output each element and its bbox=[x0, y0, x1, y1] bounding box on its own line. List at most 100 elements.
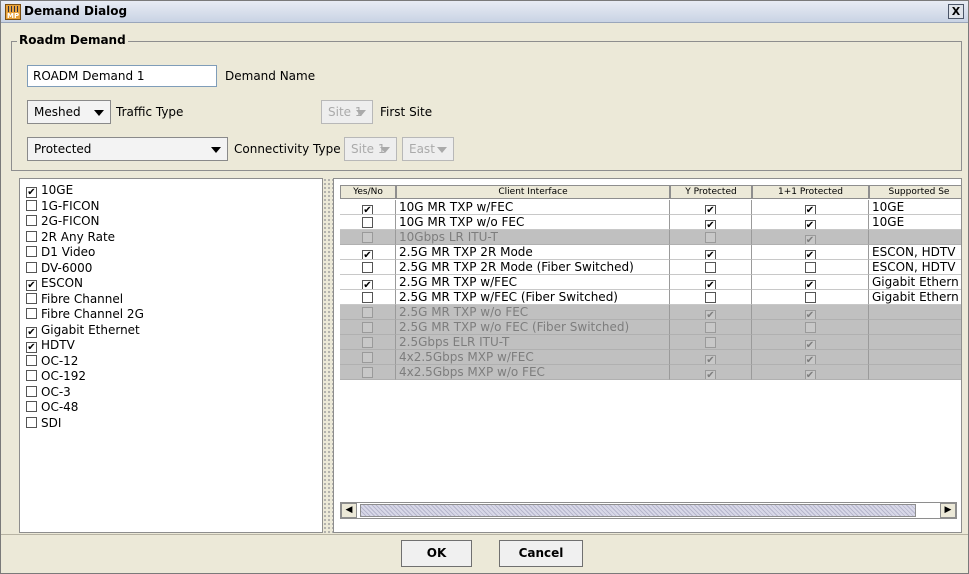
traffic-type-select[interactable]: Meshed bbox=[27, 100, 111, 124]
checkbox-checked-icon[interactable]: ✔ bbox=[804, 220, 816, 229]
table-row[interactable]: ✔ 2.5G MR TXP 2R Mode ✔ ✔ ESCON, HDTV bbox=[334, 245, 961, 260]
y-protected-checkbox[interactable]: ✔ bbox=[670, 215, 752, 230]
checkbox-checked-icon[interactable]: ✔ bbox=[362, 280, 373, 289]
y-protected-checkbox[interactable]: ✔ bbox=[670, 245, 752, 260]
y-protected-checkbox[interactable] bbox=[670, 260, 752, 275]
yes-no-checkbox[interactable] bbox=[340, 290, 396, 305]
checkbox-checked-icon[interactable]: ✔ bbox=[705, 280, 716, 289]
scrollbar-thumb[interactable] bbox=[360, 504, 916, 517]
service-item[interactable]: ✔ HDTV bbox=[26, 338, 75, 353]
checkbox-unchecked-icon bbox=[362, 232, 373, 243]
connectivity-type-value: Protected bbox=[34, 142, 92, 156]
scroll-right-button[interactable]: ▶ bbox=[940, 503, 956, 518]
service-item[interactable]: 2G-FICON bbox=[26, 214, 100, 229]
yes-no-checkbox[interactable] bbox=[340, 260, 396, 275]
service-item[interactable]: Fibre Channel bbox=[26, 292, 123, 307]
one-plus-one-protected-checkbox[interactable]: ✔ bbox=[752, 215, 869, 230]
service-item[interactable]: OC-192 bbox=[26, 369, 86, 384]
checkbox-checked-icon[interactable]: ✔ bbox=[804, 205, 816, 214]
connectivity-type-select[interactable]: Protected bbox=[27, 137, 228, 161]
checkbox-unchecked-icon[interactable] bbox=[26, 401, 37, 412]
checkbox-checked-icon[interactable]: ✔ bbox=[26, 187, 37, 198]
column-header-1plus1-protected[interactable]: 1+1 Protected bbox=[752, 185, 869, 199]
checkbox-unchecked-icon[interactable] bbox=[804, 292, 816, 303]
checkbox-unchecked-icon bbox=[362, 322, 373, 333]
checkbox-checked-icon[interactable]: ✔ bbox=[26, 326, 37, 338]
one-plus-one-protected-checkbox[interactable] bbox=[752, 260, 869, 275]
checkbox-unchecked-icon[interactable] bbox=[26, 416, 37, 428]
yes-no-checkbox bbox=[340, 335, 396, 350]
service-item[interactable]: ✔ 10GE bbox=[26, 183, 73, 198]
service-item[interactable]: Fibre Channel 2G bbox=[26, 307, 144, 322]
yes-no-checkbox[interactable]: ✔ bbox=[340, 200, 396, 215]
checkbox-unchecked-icon[interactable] bbox=[26, 292, 37, 304]
column-header-supported-services[interactable]: Supported Se bbox=[869, 185, 961, 199]
table-row[interactable]: 2.5G MR TXP 2R Mode (Fiber Switched) ESCO… bbox=[334, 260, 961, 275]
close-button[interactable]: X bbox=[948, 4, 964, 19]
table-row[interactable]: 10G MR TXP w/o FEC ✔ ✔ 10GE bbox=[334, 215, 961, 230]
checkbox-checked-icon[interactable]: ✔ bbox=[26, 342, 37, 353]
checkbox-unchecked-icon[interactable] bbox=[705, 262, 716, 273]
column-header-y-protected[interactable]: Y Protected bbox=[670, 185, 752, 199]
one-plus-one-protected-checkbox[interactable]: ✔ bbox=[752, 200, 869, 215]
one-plus-one-protected-checkbox: ✔ bbox=[752, 335, 869, 350]
horizontal-scrollbar[interactable]: ◀ ▶ bbox=[340, 502, 957, 519]
cancel-button[interactable]: Cancel bbox=[499, 540, 583, 567]
service-item[interactable]: 1G-FICON bbox=[26, 199, 100, 214]
chevron-down-icon bbox=[211, 147, 221, 153]
service-item[interactable]: DV-6000 bbox=[26, 261, 92, 276]
checkbox-unchecked-icon[interactable] bbox=[362, 217, 373, 228]
service-item[interactable]: 2R Any Rate bbox=[26, 230, 115, 245]
split-pane-divider[interactable] bbox=[323, 178, 333, 533]
checkbox-unchecked-icon[interactable] bbox=[26, 246, 37, 257]
table-row[interactable]: 2.5G MR TXP w/FEC (Fiber Switched) Gigabi… bbox=[334, 290, 961, 305]
checkbox-checked-icon[interactable]: ✔ bbox=[362, 250, 373, 259]
column-header-client-interface[interactable]: Client Interface bbox=[396, 185, 670, 199]
traffic-type-value: Meshed bbox=[34, 105, 81, 119]
service-item[interactable]: ✔ ESCON bbox=[26, 276, 83, 291]
checkbox-checked-icon[interactable]: ✔ bbox=[705, 250, 716, 259]
yes-no-checkbox[interactable] bbox=[340, 215, 396, 230]
connectivity-type-label: Connectivity Type bbox=[234, 142, 341, 156]
checkbox-unchecked-icon[interactable] bbox=[26, 370, 37, 381]
demand-name-input[interactable]: ROADM Demand 1 bbox=[27, 65, 217, 87]
checkbox-checked-icon[interactable]: ✔ bbox=[804, 280, 816, 289]
y-protected-checkbox[interactable]: ✔ bbox=[670, 275, 752, 290]
checkbox-unchecked-icon[interactable] bbox=[705, 292, 716, 303]
checkbox-checked-icon[interactable]: ✔ bbox=[362, 205, 373, 214]
checkbox-unchecked-icon[interactable] bbox=[26, 230, 37, 242]
checkbox-checked-icon[interactable]: ✔ bbox=[804, 250, 816, 259]
checkbox-checked-icon[interactable]: ✔ bbox=[705, 220, 716, 229]
ok-button[interactable]: OK bbox=[401, 540, 472, 567]
yes-no-checkbox[interactable]: ✔ bbox=[340, 275, 396, 290]
title-bar[interactable]: MP Demand Dialog X bbox=[1, 1, 968, 23]
checkbox-checked-icon[interactable]: ✔ bbox=[705, 205, 716, 214]
yes-no-checkbox[interactable]: ✔ bbox=[340, 245, 396, 260]
checkbox-unchecked-icon[interactable] bbox=[26, 385, 37, 397]
checkbox-unchecked-icon[interactable] bbox=[362, 262, 373, 273]
client-interface-cell: 10G MR TXP w/o FEC bbox=[396, 215, 670, 230]
table-row[interactable]: ✔ 2.5G MR TXP w/FEC ✔ ✔ Gigabit Ethern bbox=[334, 275, 961, 290]
service-item[interactable]: OC-12 bbox=[26, 354, 78, 369]
table-row[interactable]: ✔ 10G MR TXP w/FEC ✔ ✔ 10GE bbox=[334, 200, 961, 215]
column-header-yes-no[interactable]: Yes/No bbox=[340, 185, 396, 199]
one-plus-one-protected-checkbox[interactable]: ✔ bbox=[752, 245, 869, 260]
y-protected-checkbox[interactable] bbox=[670, 290, 752, 305]
checkbox-unchecked-icon[interactable] bbox=[26, 354, 37, 366]
checkbox-unchecked-icon[interactable] bbox=[26, 308, 37, 319]
service-item[interactable]: OC-48 bbox=[26, 400, 78, 415]
one-plus-one-protected-checkbox[interactable]: ✔ bbox=[752, 275, 869, 290]
one-plus-one-protected-checkbox[interactable] bbox=[752, 290, 869, 305]
service-item[interactable]: SDI bbox=[26, 416, 61, 431]
checkbox-unchecked-icon[interactable] bbox=[26, 199, 37, 211]
checkbox-checked-icon[interactable]: ✔ bbox=[26, 280, 37, 291]
service-item[interactable]: ✔ Gigabit Ethernet bbox=[26, 323, 140, 338]
service-item[interactable]: D1 Video bbox=[26, 245, 95, 260]
checkbox-unchecked-icon[interactable] bbox=[362, 292, 373, 303]
y-protected-checkbox[interactable]: ✔ bbox=[670, 200, 752, 215]
service-item[interactable]: OC-3 bbox=[26, 385, 71, 400]
checkbox-unchecked-icon[interactable] bbox=[26, 215, 37, 226]
checkbox-unchecked-icon[interactable] bbox=[26, 261, 37, 273]
scroll-left-button[interactable]: ◀ bbox=[341, 503, 357, 518]
checkbox-unchecked-icon[interactable] bbox=[804, 262, 816, 273]
